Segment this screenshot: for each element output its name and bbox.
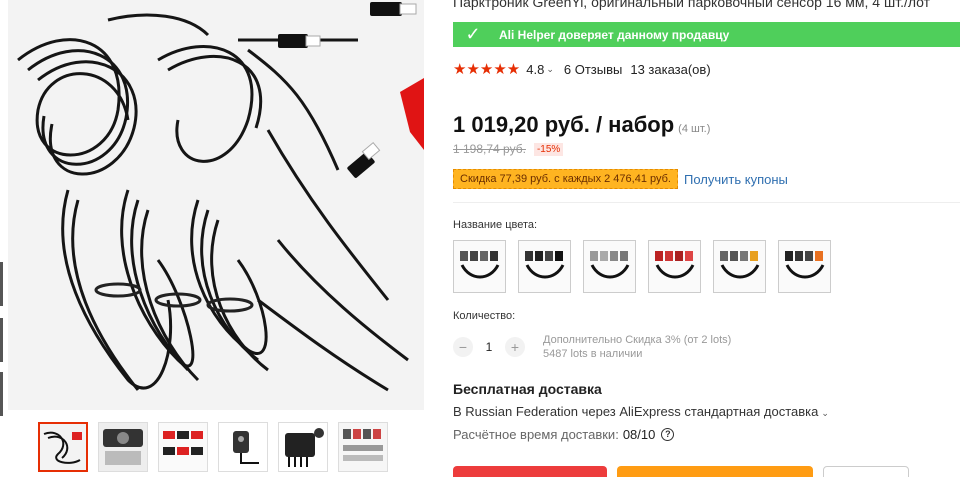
- color-swatches: [453, 240, 831, 293]
- star-rating-icon: ★★★★★: [453, 61, 521, 78]
- help-icon[interactable]: ?: [661, 428, 675, 441]
- trust-text: Ali Helper доверяет данному продавцу: [499, 27, 730, 42]
- thumbnail-strip: [38, 422, 398, 477]
- color-option[interactable]: [648, 240, 701, 293]
- shipping-method-selector[interactable]: В Russian Federation через AliExpress ст…: [453, 404, 839, 419]
- thumbnail-image: [99, 423, 147, 471]
- swatch-image: [590, 251, 630, 279]
- cables-illustration: [8, 0, 424, 410]
- coupon-row: Скидка 77,39 руб. с каждых 2 476,41 руб.…: [453, 169, 788, 189]
- coupon-badge: Скидка 77,39 руб. с каждых 2 476,41 руб.: [453, 169, 678, 189]
- buy-now-button[interactable]: [453, 466, 607, 477]
- quantity-decrease-button[interactable]: −: [453, 337, 473, 357]
- quantity-value[interactable]: 1: [473, 340, 505, 354]
- checkmark-icon: ✓: [465, 24, 481, 44]
- thumbnail[interactable]: [98, 422, 148, 472]
- trust-banner: ✓ Ali Helper доверяет данному продавцу: [453, 22, 960, 47]
- color-option[interactable]: [583, 240, 636, 293]
- price-unit-note: (4 шт.): [678, 123, 711, 135]
- current-price: 1 019,20 руб. / набор: [453, 112, 675, 137]
- stock-note: 5487 lots в наличии: [543, 348, 643, 360]
- discount-badge: -15%: [533, 142, 564, 156]
- delivery-eta: Расчётное время доставки: 08/10 ?: [453, 427, 675, 442]
- thumbnail[interactable]: [338, 422, 388, 472]
- wishlist-button[interactable]: [823, 466, 909, 477]
- thumbnail-image: [159, 423, 207, 471]
- page-edge: [0, 0, 8, 477]
- thumbnail[interactable]: [218, 422, 268, 472]
- eta-label: Расчётное время доставки:: [453, 427, 619, 442]
- thumbnail[interactable]: [158, 422, 208, 472]
- scroll-marker: [0, 262, 3, 306]
- swatch-image: [460, 251, 500, 279]
- quantity-label: Количество:: [453, 310, 516, 322]
- color-option[interactable]: [713, 240, 766, 293]
- add-to-cart-button[interactable]: [617, 466, 813, 477]
- thumbnail-image: [339, 423, 387, 471]
- quantity-increase-button[interactable]: +: [505, 337, 525, 357]
- divider: [453, 202, 960, 203]
- color-option[interactable]: [453, 240, 506, 293]
- swatch-image: [720, 251, 760, 279]
- main-product-image[interactable]: [8, 0, 424, 410]
- price-block: 1 019,20 руб. / набор (4 шт.): [453, 112, 710, 138]
- color-option[interactable]: [778, 240, 831, 293]
- swatch-image: [525, 251, 565, 279]
- rating-row: ★★★★★ 4.8 ⌄ 6 Отзывы 13 заказа(ов): [453, 60, 711, 78]
- swatch-image: [785, 251, 825, 279]
- swatch-image: [655, 251, 695, 279]
- thumbnail-image: [40, 424, 86, 470]
- scroll-marker: [0, 372, 3, 416]
- shipping-detail-text: В Russian Federation через AliExpress ст…: [453, 404, 819, 419]
- chevron-down-icon[interactable]: ⌄: [546, 64, 554, 75]
- reviews-link[interactable]: 6 Отзывы: [564, 62, 622, 77]
- scroll-marker: [0, 318, 3, 362]
- old-price-row: 1 198,74 руб. -15%: [453, 142, 564, 156]
- color-option[interactable]: [518, 240, 571, 293]
- product-title: Парктроник GreenYi, оригинальный парково…: [453, 0, 931, 10]
- get-coupons-link[interactable]: Получить купоны: [684, 172, 788, 187]
- thumbnail[interactable]: [38, 422, 88, 472]
- rating-value[interactable]: 4.8: [526, 62, 544, 77]
- old-price: 1 198,74 руб.: [453, 142, 526, 156]
- orders-count: 13 заказа(ов): [630, 61, 711, 77]
- bulk-discount-note: Дополнительно Скидка 3% (от 2 lots): [543, 334, 732, 346]
- chevron-down-icon: ⌄: [821, 408, 829, 418]
- eta-value: 08/10: [622, 427, 656, 442]
- quantity-notes: Дополнительно Скидка 3% (от 2 lots) 5487…: [543, 333, 731, 361]
- color-label: Название цвета:: [453, 219, 538, 231]
- thumbnail-image: [219, 423, 267, 471]
- quantity-stepper: − 1 + Дополнительно Скидка 3% (от 2 lots…: [453, 333, 731, 361]
- shipping-title: Бесплатная доставка: [453, 381, 602, 397]
- thumbnail[interactable]: [278, 422, 328, 472]
- thumbnail-image: [279, 423, 327, 471]
